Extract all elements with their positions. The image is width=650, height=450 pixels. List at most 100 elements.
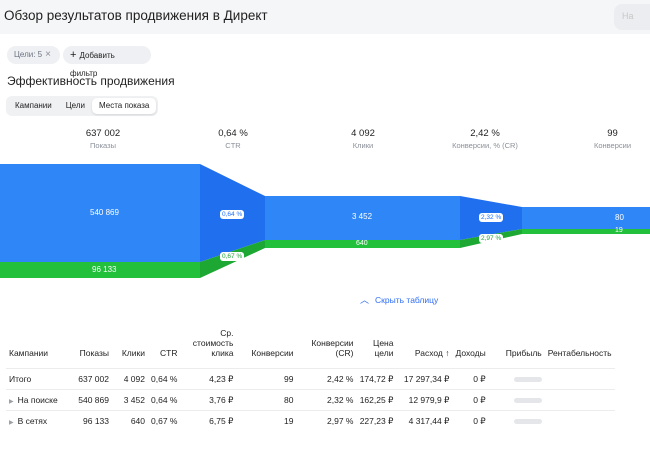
cell-conversions: 80 xyxy=(236,389,297,411)
cell-conversions: 19 xyxy=(236,410,297,432)
hide-table-label: Скрыть таблицу xyxy=(375,295,439,305)
funnel-network-cr-badge: 2,97 % xyxy=(479,234,504,243)
cell-impressions: 540 869 xyxy=(66,389,112,411)
cell-impressions: 96 133 xyxy=(66,410,112,432)
funnel-search-cr-badge: 2,32 % xyxy=(479,213,504,222)
cell-conversions: 99 xyxy=(236,368,297,390)
metric-value: 0,64 % xyxy=(218,128,248,139)
cell-spend: 17 297,34 ₽ xyxy=(396,368,453,390)
funnel-network-ctr-badge: 0,67 % xyxy=(220,252,245,261)
page-title: Обзор результатов продвижения в Директ xyxy=(4,8,268,23)
close-icon[interactable]: × xyxy=(45,49,51,60)
funnel-network-impressions-label: 96 133 xyxy=(92,265,117,274)
chevron-up-icon: ︿ xyxy=(360,295,370,305)
metric-label: Конверсии xyxy=(593,141,632,150)
cell-cr: 2,32 % xyxy=(296,389,357,411)
col-spend[interactable]: Расход ↑ xyxy=(396,328,452,369)
metric-ctr: 0,64 % CTR xyxy=(188,128,278,150)
cell-cpa: 227,23 ₽ xyxy=(356,410,397,432)
cell-profitability xyxy=(544,389,615,411)
cell-revenue: 0 ₽ xyxy=(452,368,489,390)
col-conversions[interactable]: Конверсии xyxy=(236,328,296,369)
table-row-total[interactable]: Итого 637 002 4 092 0,64 % 4,23 ₽ 99 2,4… xyxy=(6,368,615,390)
funnel-chart: 540 869 96 133 0,64 % 0,67 % 3 452 640 2… xyxy=(0,160,650,290)
cell-ctr: 0,64 % xyxy=(148,368,181,390)
table-header-row: Кампании Показы Клики CTR Ср. стоимость … xyxy=(6,328,615,369)
funnel-search-conversions-bar xyxy=(522,207,650,229)
row-name: В сетях xyxy=(17,416,48,427)
tab-campaigns[interactable]: Кампании xyxy=(8,98,59,114)
col-ctr[interactable]: CTR xyxy=(148,328,180,369)
col-cpc[interactable]: Ср. стоимость клика xyxy=(180,328,236,369)
header-button[interactable]: На xyxy=(614,4,650,30)
section-title: Эффективность продвижения xyxy=(7,74,175,88)
metric-value: 2,42 % xyxy=(470,128,500,139)
add-filter-button[interactable]: + Добавить фильтр xyxy=(63,46,151,78)
funnel-search-ctr-badge: 0,64 % xyxy=(220,210,245,219)
col-campaigns[interactable]: Кампании xyxy=(6,328,66,369)
metric-cr: 2,42 % Конверсии, % (CR) xyxy=(445,128,525,150)
row-name: Итого xyxy=(6,368,66,390)
metric-value: 4 092 xyxy=(351,128,375,139)
funnel-network-conversions-bar xyxy=(522,229,650,234)
goals-filter-label: Цели: 5 xyxy=(14,50,43,59)
cell-cr: 2,97 % xyxy=(296,410,357,432)
col-profitability[interactable]: Рентабельность xyxy=(545,328,615,369)
col-profit[interactable]: Прибыль xyxy=(489,328,545,369)
cell-profit-hidden xyxy=(488,368,545,390)
funnel-network-conversions-label: 19 xyxy=(615,227,623,234)
cell-cr: 2,42 % xyxy=(296,368,357,390)
expand-icon[interactable]: ▶ xyxy=(9,399,14,405)
table-row-networks[interactable]: ▶ В сетях 96 133 640 0,67 % 6,75 ₽ 19 2,9… xyxy=(6,410,615,432)
metric-value: 637 002 xyxy=(85,128,121,139)
cell-cpa: 174,72 ₽ xyxy=(356,368,397,390)
col-impressions[interactable]: Показы xyxy=(66,328,112,369)
col-clicks[interactable]: Клики xyxy=(112,328,148,369)
cell-cpc: 3,76 ₽ xyxy=(180,389,237,411)
hidden-value xyxy=(513,398,542,403)
metric-impressions: 637 002 Показы xyxy=(58,128,148,150)
funnel-search-impressions-label: 540 869 xyxy=(90,208,119,217)
cell-cpa: 162,25 ₽ xyxy=(356,389,397,411)
metric-value: 99 xyxy=(607,128,618,139)
cell-clicks: 4 092 xyxy=(112,368,148,390)
plus-icon: + xyxy=(70,49,77,61)
goals-filter-chip[interactable]: Цели: 5 × xyxy=(7,46,60,64)
cell-spend: 12 979,9 ₽ xyxy=(396,389,453,411)
cell-profitability xyxy=(544,368,615,390)
cell-ctr: 0,67 % xyxy=(148,410,181,432)
tab-goals[interactable]: Цели xyxy=(59,98,92,114)
cell-cpc: 6,75 ₽ xyxy=(180,410,237,432)
cell-ctr: 0,64 % xyxy=(148,389,181,411)
header-button-label: На xyxy=(622,11,634,21)
cell-revenue: 0 ₽ xyxy=(452,389,489,411)
metric-label: Конверсии, % (CR) xyxy=(452,141,518,150)
filter-bar: Цели: 5 × + Добавить фильтр xyxy=(0,34,650,78)
funnel-network-clicks-label: 640 xyxy=(356,240,368,247)
cell-impressions: 637 002 xyxy=(66,368,112,390)
cell-profit-hidden xyxy=(488,389,545,411)
hidden-value xyxy=(513,377,542,382)
table-row-search[interactable]: ▶ На поиске 540 869 3 452 0,64 % 3,76 ₽ 8… xyxy=(6,389,615,411)
metric-label: Клики xyxy=(352,141,374,150)
cell-profitability xyxy=(544,410,615,432)
col-revenue[interactable]: Доходы xyxy=(452,328,488,369)
col-cpa[interactable]: Цена цели xyxy=(356,328,396,369)
funnel-search-clicks-label: 3 452 xyxy=(352,212,373,221)
cell-revenue: 0 ₽ xyxy=(452,410,489,432)
cell-clicks: 640 xyxy=(112,410,148,432)
expand-icon[interactable]: ▶ xyxy=(9,420,14,426)
metric-clicks: 4 092 Клики xyxy=(318,128,408,150)
stats-table: Кампании Показы Клики CTR Ср. стоимость … xyxy=(6,328,615,432)
tab-placements[interactable]: Места показа xyxy=(92,98,157,114)
cell-profit-hidden xyxy=(488,410,545,432)
cell-clicks: 3 452 xyxy=(112,389,148,411)
hidden-value xyxy=(513,419,542,425)
hide-table-link[interactable]: ︿ Скрыть таблицу xyxy=(360,293,438,306)
view-tabs: Кампании Цели Места показа xyxy=(6,96,159,116)
col-cr[interactable]: Конверсии (CR) xyxy=(296,328,356,369)
metric-conversions: 99 Конверсии xyxy=(575,128,650,150)
metric-label: Показы xyxy=(90,141,116,150)
metric-label: CTR xyxy=(225,141,241,150)
funnel-search-conversions-label: 80 xyxy=(615,213,624,222)
